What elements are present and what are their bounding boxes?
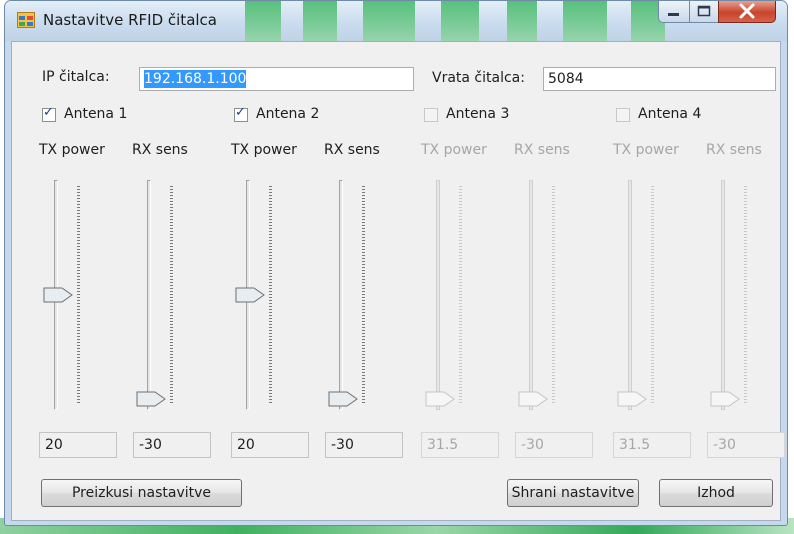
antenna-3-label: Antena 3	[446, 106, 510, 122]
antenna-2-label: Antena 2	[256, 106, 320, 122]
minimize-button[interactable]	[658, 1, 690, 23]
maximize-icon	[697, 5, 711, 17]
ip-input[interactable]: 192.168.1.100	[139, 67, 414, 91]
rx-slider-thumb[interactable]	[710, 391, 740, 407]
close-icon	[739, 3, 755, 19]
tx-power-value: 31.5	[613, 432, 691, 458]
tx-slider-thumb[interactable]	[235, 287, 265, 303]
rx-sens-value: -30	[707, 432, 785, 458]
minimize-icon	[668, 13, 679, 16]
rx-sens-value: -30	[515, 432, 593, 458]
window-title: Nastavitve RFID čitalca	[43, 11, 217, 29]
close-button[interactable]	[718, 1, 776, 23]
port-input[interactable]: 5084	[543, 67, 776, 91]
port-input-value: 5084	[548, 71, 584, 87]
tx-slider-ticks	[77, 186, 80, 404]
rx-slider-track[interactable]	[339, 180, 343, 410]
tx-slider-thumb[interactable]	[43, 287, 73, 303]
rx-sens-label: RX sens	[324, 142, 380, 158]
tx-slider-track[interactable]	[628, 180, 632, 410]
antenna-1-checkbox[interactable]	[42, 105, 56, 122]
tx-slider-thumb[interactable]	[425, 391, 455, 407]
settings-window: Nastavitve RFID čitalca IP čitalca: 192.…	[4, 0, 788, 526]
rx-sens-label: RX sens	[514, 142, 570, 158]
title-bar[interactable]: Nastavitve RFID čitalca	[5, 1, 787, 41]
tx-power-value: 20	[231, 432, 309, 458]
rx-slider-thumb[interactable]	[136, 391, 166, 407]
antenna-1-label: Antena 1	[64, 106, 128, 122]
save-settings-button[interactable]: Shrani nastavitve	[507, 479, 639, 507]
client-area: IP čitalca: 192.168.1.100 Vrata čitalca:…	[11, 41, 785, 521]
tx-slider-ticks	[651, 186, 654, 404]
ip-input-value: 192.168.1.100	[144, 70, 247, 88]
antenna-4-checkbox[interactable]	[616, 108, 630, 122]
rx-slider-track[interactable]	[529, 180, 533, 410]
port-label: Vrata čitalca:	[432, 70, 525, 86]
rx-slider-track[interactable]	[721, 180, 725, 410]
rx-slider-thumb[interactable]	[518, 391, 548, 407]
rx-sens-label: RX sens	[132, 142, 188, 158]
tx-slider-thumb[interactable]	[617, 391, 647, 407]
maximize-button[interactable]	[689, 1, 719, 23]
tx-power-label: TX power	[421, 142, 487, 158]
app-window-icon	[17, 12, 35, 28]
antenna-4-label: Antena 4	[638, 106, 702, 122]
rx-slider-ticks	[362, 186, 365, 404]
tx-power-value: 20	[39, 432, 117, 458]
tx-power-value: 31.5	[421, 432, 499, 458]
rx-slider-thumb[interactable]	[328, 391, 358, 407]
rx-sens-value: -30	[133, 432, 211, 458]
rx-slider-ticks	[170, 186, 173, 404]
antenna-2-checkbox[interactable]	[234, 105, 248, 122]
rx-slider-ticks	[744, 186, 747, 404]
rx-sens-value: -30	[325, 432, 403, 458]
tx-slider-ticks	[459, 186, 462, 404]
tx-power-label: TX power	[39, 142, 105, 158]
rx-slider-ticks	[552, 186, 555, 404]
test-settings-button[interactable]: Preizkusi nastavitve	[41, 479, 242, 507]
tx-power-label: TX power	[613, 142, 679, 158]
tx-slider-track[interactable]	[436, 180, 440, 410]
tx-power-label: TX power	[231, 142, 297, 158]
tx-slider-ticks	[269, 186, 272, 404]
title-bar-wallpaper-glass	[245, 1, 665, 41]
rx-slider-track[interactable]	[147, 180, 151, 410]
desktop-background: Nastavitve RFID čitalca IP čitalca: 192.…	[0, 0, 794, 534]
antenna-3-checkbox[interactable]	[424, 108, 438, 122]
ip-label: IP čitalca:	[42, 69, 110, 85]
rx-sens-label: RX sens	[706, 142, 762, 158]
exit-button[interactable]: Izhod	[659, 479, 773, 507]
